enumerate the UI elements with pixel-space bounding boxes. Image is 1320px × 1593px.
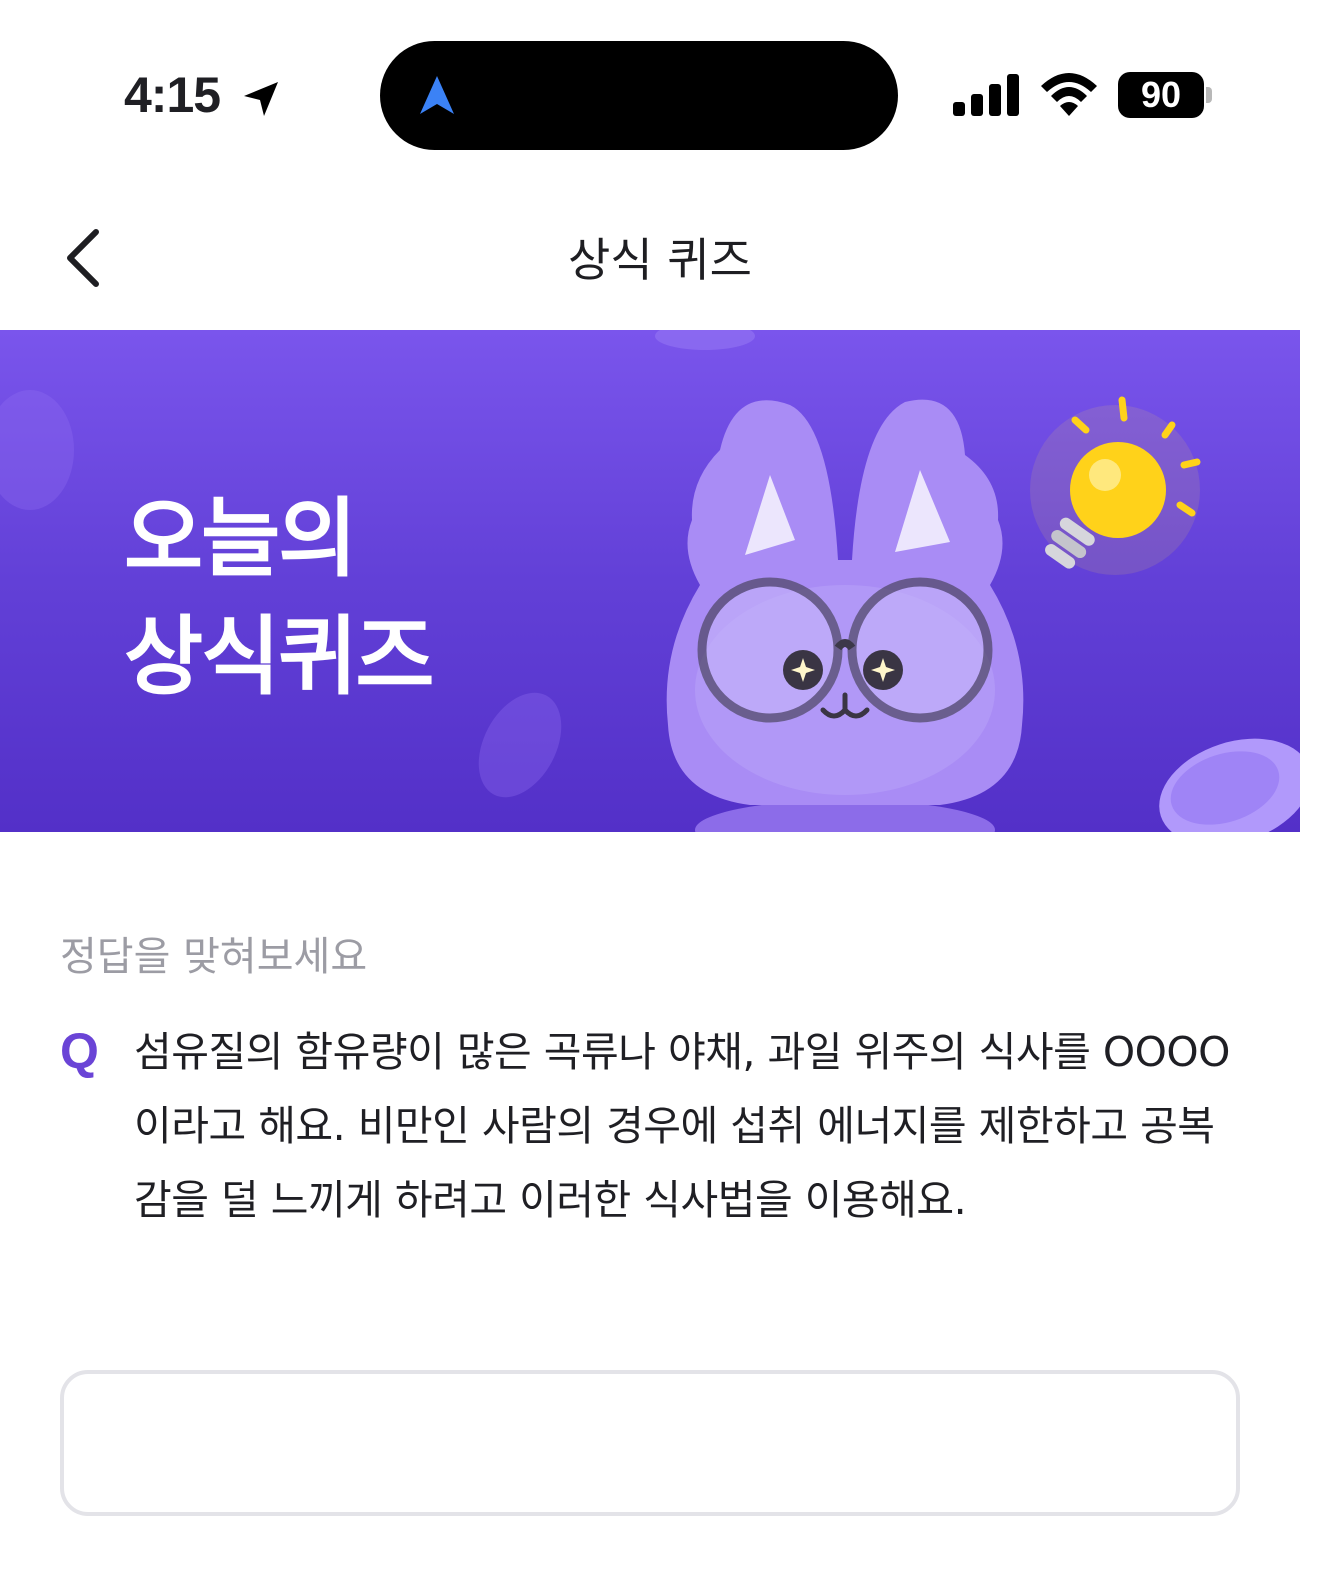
lightbulb-icon [1030, 396, 1201, 575]
quiz-banner: 오늘의 상식퀴즈 [0, 330, 1300, 832]
status-time: 4:15 [124, 67, 221, 123]
status-bar: 4:15 90 [0, 0, 1320, 190]
nav-bar: 상식 퀴즈 [0, 190, 1320, 330]
banner-title-line-2: 상식퀴즈 [124, 607, 434, 707]
coin-decoration [0, 390, 74, 510]
banner-title: 오늘의 상식퀴즈 [124, 480, 434, 716]
navigation-icon [420, 76, 454, 114]
rabbit-mascot-icon [666, 399, 1024, 832]
coin-decoration [655, 330, 755, 350]
banner-title-line-1: 오늘의 [124, 489, 357, 589]
cellular-signal-icon [953, 74, 1019, 116]
answer-prompt-label: 정답을 맞혀보세요 [60, 934, 368, 980]
coin-decoration [478, 692, 562, 798]
page-title: 상식 퀴즈 [568, 233, 752, 287]
battery-level: 90 [1118, 72, 1204, 118]
coin-decoration [1159, 738, 1300, 832]
question-text: 섬유질의 함유량이 많은 곡류나 야채, 과일 위주의 식사를 OOOO이라고 … [134, 1028, 1230, 1224]
answer-input[interactable] [60, 1370, 1240, 1516]
wifi-icon [1041, 73, 1097, 116]
question-marker: Q [60, 1023, 99, 1079]
battery-cap [1206, 87, 1212, 103]
location-arrow-icon [244, 82, 278, 116]
